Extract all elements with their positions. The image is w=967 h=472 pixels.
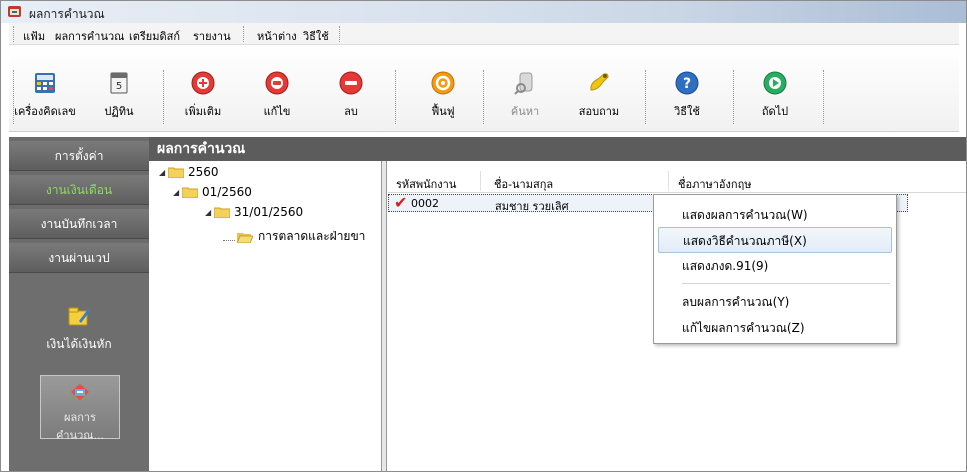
menu-window[interactable]: หน้าต่าง <box>257 27 297 45</box>
toolbar-separator <box>483 70 485 124</box>
menu-grip <box>243 26 246 42</box>
expand-icon[interactable]: ◢ <box>173 188 182 197</box>
column-header-code[interactable]: รหัสพนักงาน <box>396 175 456 193</box>
folder-icon <box>182 187 198 198</box>
menu-grip <box>339 26 342 42</box>
menu-calc-result[interactable]: ผลการคำนวณ <box>55 27 124 45</box>
tree-node-department[interactable]: การตลาดและฝ่ายขา <box>223 227 367 246</box>
checkmark-icon: ✔ <box>394 193 408 212</box>
folder-icon <box>214 207 230 218</box>
restore-button[interactable]: ฟื้นฟู <box>411 70 475 128</box>
nav-item-payroll[interactable]: งานเงินเดือน <box>9 175 149 205</box>
left-navigation: การตั้งค่า งานเงินเดือน งานบันทึกเวลา งา… <box>9 137 149 471</box>
menu-item-show-pnd91[interactable]: แสดงภงด.91(9) <box>658 253 892 279</box>
nav-item-web[interactable]: งานผ่านเวป <box>9 243 149 273</box>
menu-separator <box>682 283 890 284</box>
window-title: ผลการคำนวณ <box>29 7 105 21</box>
search-icon <box>514 72 533 95</box>
title-bar: ผลการคำนวณ <box>1 1 966 23</box>
open-folder-icon <box>237 232 253 243</box>
app-window: ผลการคำนวณ แฟ้ม ผลการคำนวณ เตรียมดิสก์ ร… <box>0 0 967 472</box>
next-icon <box>763 71 787 95</box>
svg-text:?: ? <box>683 76 691 92</box>
next-button[interactable]: ถัดไป <box>743 70 807 128</box>
menu-file[interactable]: แฟ้ม <box>23 27 45 45</box>
toolbar-separator <box>395 70 397 124</box>
toolbar-separator <box>645 70 647 124</box>
menu-bar: แฟ้ม ผลการคำนวณ เตรียมดิสก์ รายงาน หน้าต… <box>9 23 959 45</box>
menu-item-show-result[interactable]: แสดงผลการคำนวณ(W) <box>658 202 892 228</box>
restore-icon <box>431 71 455 95</box>
inquire-icon <box>590 73 609 91</box>
menu-grip <box>13 26 16 42</box>
cell-name: สมชาย รวยเลิศ <box>495 200 569 213</box>
splitter[interactable] <box>382 161 387 471</box>
help-icon: ? <box>675 71 699 95</box>
add-button[interactable]: เพิ่มเติม <box>171 70 235 128</box>
calendar-icon: 5 <box>110 72 128 94</box>
toolbar-separator <box>163 70 165 124</box>
calculator-icon <box>35 73 55 93</box>
folder-icon <box>168 167 184 178</box>
menu-prepare-disk[interactable]: เตรียมดิสก์ <box>129 27 180 45</box>
svg-text:5: 5 <box>116 81 122 92</box>
help-button[interactable]: ? วิธีใช้ <box>655 70 719 128</box>
menu-help[interactable]: วิธีใช้ <box>303 27 329 45</box>
app-logo-icon <box>8 6 21 17</box>
expand-icon[interactable]: ◢ <box>205 208 214 217</box>
column-header-name[interactable]: ชื่อ-นามสกุล <box>494 175 553 193</box>
nav-item-time-record[interactable]: งานบันทึกเวลา <box>9 209 149 239</box>
delete-button[interactable]: ลบ <box>319 70 383 128</box>
cell-code: 0002 <box>411 197 439 210</box>
menu-item-edit-result[interactable]: แก้ไขผลการคำนวณ(Z) <box>658 315 892 341</box>
column-divider <box>480 171 481 191</box>
toolbar-separator <box>823 70 825 124</box>
inquire-button[interactable]: สอบถาม <box>567 70 631 128</box>
tree-view: ◢ 2560 ◢ 01/2560 ◢ 31/01/2560 การตลาดและ… <box>149 161 382 471</box>
nav-calc-result[interactable]: ผลการ คำนวณ... <box>40 375 120 442</box>
tree-node-year[interactable]: ◢ 2560 <box>159 165 219 179</box>
expand-icon[interactable]: ◢ <box>159 168 168 177</box>
calc-result-icon <box>71 384 89 400</box>
delete-icon <box>339 71 363 95</box>
nav-income-deduction[interactable]: เงินได้เงินหัก <box>9 303 149 354</box>
edit-button[interactable]: แก้ไข <box>245 70 309 128</box>
add-icon <box>191 71 215 95</box>
toolbar: เครื่องคิดเลข 5 ปฏิทิน เพิ่มเติม แก้ไข ล… <box>9 46 959 132</box>
toolbar-separator <box>733 70 735 124</box>
context-menu: แสดงผลการคำนวณ(W) แสดงวิธีคำนวณภาษี(X) แ… <box>653 194 897 344</box>
calculator-button[interactable]: เครื่องคิดเลข <box>13 70 77 128</box>
menu-item-delete-result[interactable]: ลบผลการคำนวณ(Y) <box>658 289 892 315</box>
edit-icon <box>265 71 289 95</box>
tree-connector <box>223 233 235 241</box>
column-divider <box>668 171 669 191</box>
calendar-button[interactable]: 5 ปฏิทิน <box>87 70 151 128</box>
content-header: ผลการคำนวณ <box>149 137 966 161</box>
search-button[interactable]: ค้นหา <box>493 70 557 128</box>
tree-node-date[interactable]: ◢ 31/01/2560 <box>205 205 303 219</box>
grid-header: รหัสพนักงาน ชื่อ-นามสกุล ชื่อภาษาอังกฤษ <box>388 169 966 193</box>
nav-item-settings[interactable]: การตั้งค่า <box>9 141 149 171</box>
menu-item-show-tax-method[interactable]: แสดงวิธีคำนวณภาษี(X) <box>658 227 892 253</box>
column-header-english[interactable]: ชื่อภาษาอังกฤษ <box>678 175 751 193</box>
menu-report[interactable]: รายงาน <box>193 27 231 45</box>
income-deduction-icon <box>68 307 90 326</box>
tree-node-month[interactable]: ◢ 01/2560 <box>173 185 252 199</box>
